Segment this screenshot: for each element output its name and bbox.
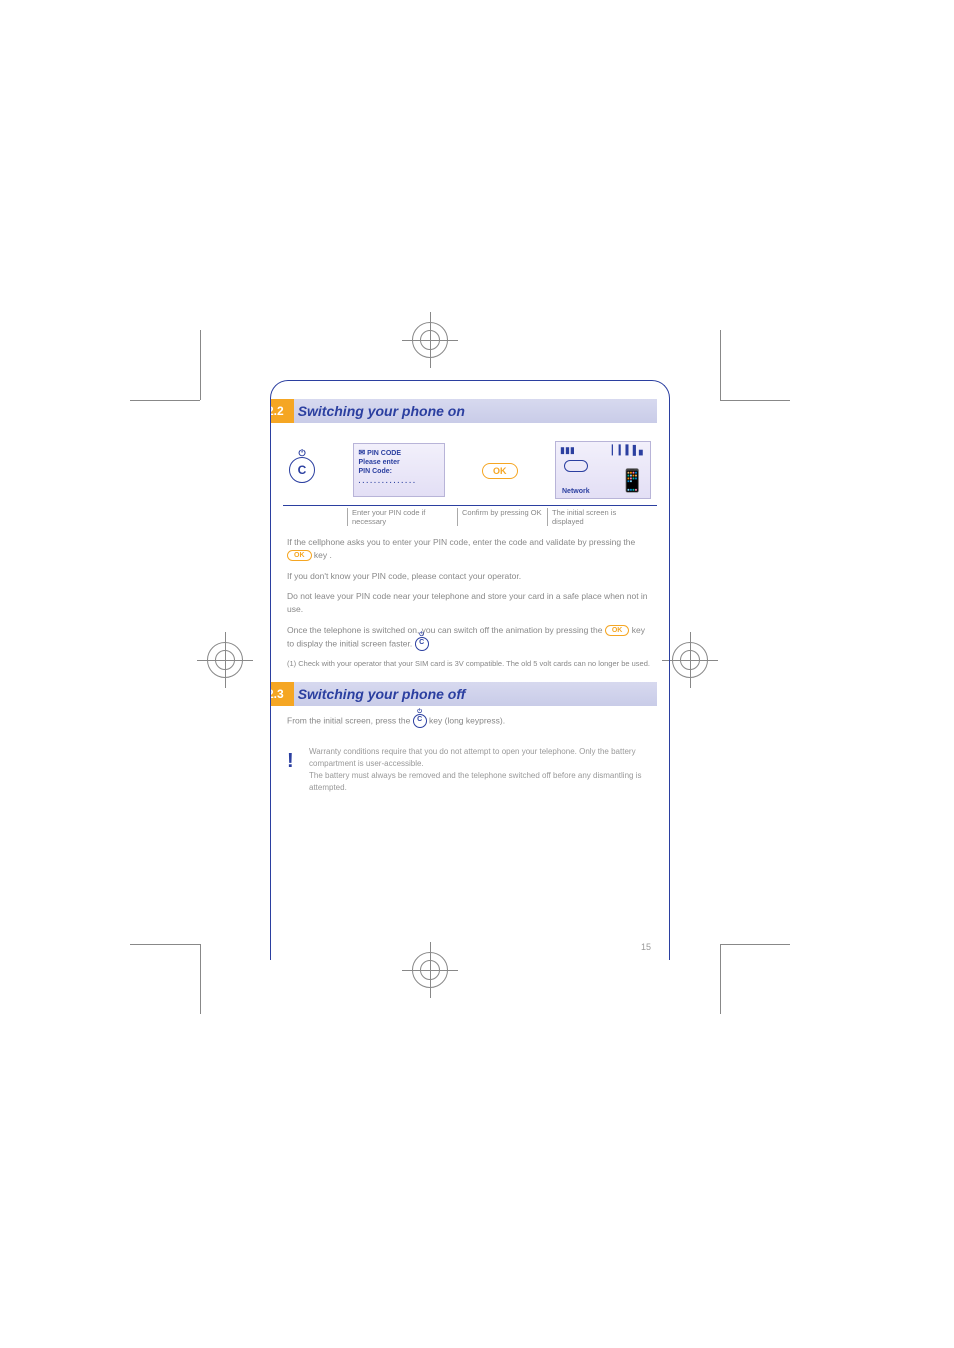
crop-mark	[720, 400, 790, 401]
battery-icon: ▮▮▮	[560, 445, 575, 456]
section-title: Switching your phone off	[288, 682, 657, 706]
body-2-2: If the cellphone asks you to enter your …	[283, 536, 657, 651]
para-1: If the cellphone asks you to enter your …	[287, 536, 653, 562]
para-1: From the initial screen, press the ⏻ C k…	[287, 714, 653, 728]
illus-c-key: ⏻ C	[289, 457, 315, 483]
crop-mark	[130, 944, 200, 945]
exclamation-icon: !	[287, 746, 301, 794]
warning-note: ! Warranty conditions require that you d…	[283, 746, 657, 794]
ok-button-icon: OK	[287, 550, 312, 562]
body-2-3: From the initial screen, press the ⏻ C k…	[283, 714, 657, 728]
crop-mark	[720, 944, 721, 1014]
note-text: Warranty conditions require that you do …	[309, 746, 653, 794]
crop-mark	[720, 944, 790, 945]
para-4: Once the telephone is switched on, you c…	[287, 624, 653, 651]
crop-mark	[720, 330, 721, 400]
caption-3: The initial screen is displayed	[547, 508, 647, 526]
registration-mark	[670, 640, 710, 680]
registration-mark	[410, 320, 450, 360]
crop-mark	[200, 944, 201, 1014]
signal-icon: ▏▎▍▌▖	[612, 445, 646, 456]
para-2: If you don't know your PIN code, please …	[287, 570, 653, 583]
oval-icon	[564, 460, 588, 472]
section-number: 2.3	[270, 682, 294, 706]
footnote: (1) Check with your operator that your S…	[283, 659, 657, 668]
illus-pin-screen: ✉ PIN CODE Please enter PIN Code: . . . …	[353, 443, 445, 497]
section-header-2-3: 2.3 Switching your phone off	[283, 682, 657, 706]
crop-mark	[200, 330, 201, 400]
phone-icon: 📱	[619, 468, 646, 494]
section-number: 2.2	[270, 399, 294, 423]
c-key-icon: ⏻ C	[289, 457, 315, 483]
registration-mark	[205, 640, 245, 680]
ok-button-icon: OK	[605, 625, 630, 637]
section-header-2-2: 2.2 Switching your phone on	[283, 399, 657, 423]
section-title: Switching your phone on	[288, 399, 657, 423]
c-key-icon: ⏻ C	[415, 637, 429, 651]
manual-page: 2.2 Switching your phone on ⏻ C ✉ PIN CO…	[270, 380, 670, 960]
illus-network-screen: ▮▮▮ ▏▎▍▌▖ Network 📱	[555, 441, 651, 499]
crop-mark	[130, 400, 200, 401]
para-3: Do not leave your PIN code near your tel…	[287, 590, 653, 616]
envelope-icon: ✉	[359, 448, 366, 457]
caption-1: Enter your PIN code if necessary	[347, 508, 457, 526]
page-number: 15	[641, 942, 651, 952]
illus-ok: OK	[482, 461, 518, 479]
caption-row: Enter your PIN code if necessary Confirm…	[283, 506, 657, 536]
caption-2: Confirm by pressing OK	[457, 508, 547, 526]
ok-button-icon: OK	[482, 463, 518, 479]
c-key-icon: ⏻ C	[413, 714, 427, 728]
illustration-row: ⏻ C ✉ PIN CODE Please enter PIN Code: . …	[283, 431, 657, 506]
